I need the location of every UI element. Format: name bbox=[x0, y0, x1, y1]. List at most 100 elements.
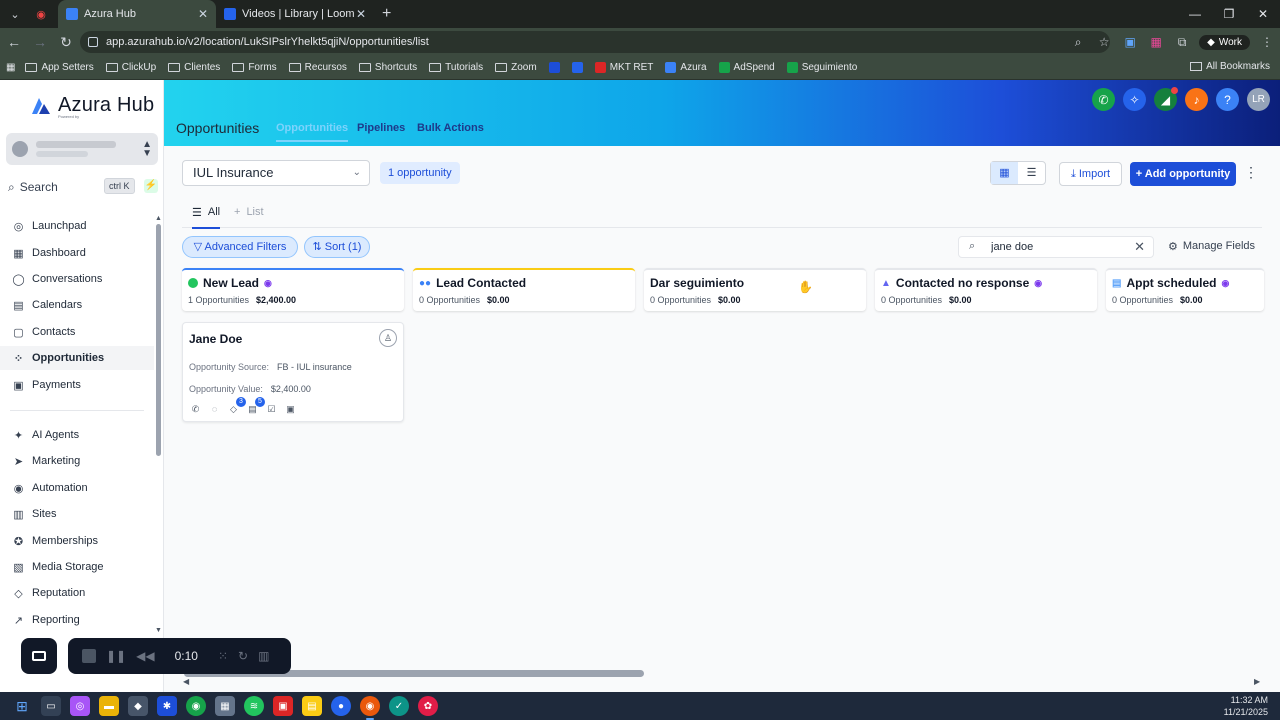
extension-icon[interactable]: ▦ bbox=[1143, 35, 1169, 49]
bookmark-star-icon[interactable]: ☆ bbox=[1091, 35, 1117, 49]
sidebar-item-automation[interactable]: ◉ Automation bbox=[0, 476, 154, 500]
zoom-icon[interactable]: ⌕ bbox=[1065, 35, 1091, 50]
notes-icon[interactable]: ▤ 5 bbox=[246, 397, 265, 416]
tab-pipelines[interactable]: Pipelines bbox=[357, 122, 405, 134]
windows-start-icon[interactable]: ⊞ bbox=[12, 696, 32, 716]
bookmark-item[interactable]: Azura bbox=[665, 62, 707, 73]
scroll-left-arrow-icon[interactable]: ◀ bbox=[183, 677, 189, 686]
scroll-right-arrow-icon[interactable]: ▶ bbox=[1254, 677, 1260, 686]
chrome-active-icon[interactable]: ◉ bbox=[360, 696, 380, 720]
bell-icon[interactable]: ♪ bbox=[1185, 88, 1208, 111]
puzzle-icon[interactable]: ⧉ bbox=[1169, 35, 1195, 50]
sidebar-scrollbar[interactable] bbox=[156, 224, 161, 456]
close-tab-icon[interactable]: ✕ bbox=[198, 7, 208, 21]
trash-icon[interactable]: ▥ bbox=[258, 649, 269, 663]
file-explorer-icon[interactable]: ▬ bbox=[99, 696, 119, 716]
sidebar-item-media-storage[interactable]: ▧ Media Storage bbox=[0, 555, 154, 579]
bookmark-item[interactable]: AdSpend bbox=[718, 62, 775, 73]
all-bookmarks-button[interactable]: All Bookmarks bbox=[1190, 61, 1270, 72]
bookmark-item[interactable]: Seguimiento bbox=[786, 62, 857, 73]
more-options-icon[interactable]: ⋮ bbox=[1244, 164, 1258, 181]
loom-camera-button[interactable] bbox=[21, 638, 57, 674]
opportunity-name[interactable]: Jane Doe bbox=[189, 332, 242, 346]
account-switcher[interactable]: ▲ ▼ bbox=[6, 133, 158, 165]
bookmark-item[interactable]: Tutorials bbox=[429, 62, 483, 73]
opportunity-card[interactable]: Jane Doe ♙ Opportunity Source: FB - IUL i… bbox=[182, 322, 404, 422]
bookmark-item[interactable]: Clientes bbox=[168, 62, 220, 73]
reload-icon[interactable]: ↻ bbox=[54, 34, 78, 51]
sidebar-item-reputation[interactable]: ◇ Reputation bbox=[0, 581, 154, 605]
bookmark-item[interactable]: Recursos bbox=[288, 62, 347, 73]
calculator-icon[interactable]: ▦ bbox=[215, 696, 235, 716]
sidebar-item-launchpad[interactable]: ◎ Launchpad bbox=[0, 214, 154, 238]
message-icon[interactable]: ◌ bbox=[208, 403, 221, 416]
bookmark-item[interactable] bbox=[571, 62, 583, 73]
phone-icon[interactable]: ✆ bbox=[1092, 88, 1115, 111]
pause-icon[interactable]: ❚❚ bbox=[106, 649, 126, 663]
tab-add-list[interactable]: + List bbox=[234, 206, 264, 218]
browser-tab-loom[interactable]: Videos | Library | Loom ✕ bbox=[216, 0, 374, 28]
pipeline-select[interactable]: IUL Insurance ⌄ bbox=[182, 160, 370, 186]
scroll-down-arrow-icon[interactable]: ▼ bbox=[155, 627, 162, 634]
url-field[interactable]: app.azurahub.io/v2/location/LukSIPslrYhe… bbox=[80, 31, 1110, 53]
sidebar-item-reporting[interactable]: ↗ Reporting bbox=[0, 608, 154, 632]
grid-view-icon[interactable]: ▦ bbox=[991, 162, 1018, 184]
advanced-filters-button[interactable]: ▽ Advanced Filters bbox=[182, 236, 298, 258]
profile-button[interactable]: ◆ Work bbox=[1199, 34, 1250, 50]
app-icon[interactable]: ✓ bbox=[389, 696, 409, 716]
sort-button[interactable]: ⇅ Sort (1) bbox=[304, 236, 370, 258]
bookmark-item[interactable]: App Setters bbox=[25, 62, 94, 73]
chrome-icon[interactable]: ◉ bbox=[186, 696, 206, 716]
scroll-up-arrow-icon[interactable]: ▲ bbox=[155, 215, 162, 222]
tab-bulk-actions[interactable]: Bulk Actions bbox=[417, 122, 484, 134]
sidebar-item-sites[interactable]: ▥ Sites bbox=[0, 502, 154, 526]
new-tab-icon[interactable]: + bbox=[382, 5, 391, 23]
sidebar-item-conversations[interactable]: ◯ Conversations bbox=[0, 267, 154, 291]
record-icon[interactable]: ◉ bbox=[30, 3, 52, 25]
app-icon[interactable]: ◆ bbox=[128, 696, 148, 716]
site-info-icon[interactable] bbox=[88, 37, 98, 47]
bookmark-item[interactable]: MKT RET bbox=[594, 62, 653, 73]
bookmark-item[interactable]: Forms bbox=[232, 62, 277, 73]
help-icon[interactable]: ? bbox=[1216, 88, 1239, 111]
sidebar-item-contacts[interactable]: ▢ Contacts bbox=[0, 320, 154, 344]
bookmark-item[interactable]: ClickUp bbox=[105, 62, 156, 73]
quick-action-icon[interactable]: ⚡ bbox=[144, 179, 158, 193]
sidebar-item-payments[interactable]: ▣ Payments bbox=[0, 373, 154, 397]
sidebar-item-marketing[interactable]: ➤ Marketing bbox=[0, 449, 154, 473]
clear-search-icon[interactable]: ✕ bbox=[1134, 239, 1145, 255]
sidebar-item-opportunities[interactable]: ⁘ Opportunities bbox=[0, 346, 154, 370]
tab-search-icon[interactable]: ⌄ bbox=[4, 3, 26, 25]
list-view-icon[interactable]: ☰ bbox=[1018, 162, 1045, 184]
task-view-icon[interactable]: ▭ bbox=[41, 696, 61, 716]
close-window-icon[interactable]: ✕ bbox=[1246, 7, 1280, 21]
tab-all[interactable]: ☰ All bbox=[192, 206, 221, 229]
bookmark-item[interactable]: Zoom bbox=[495, 62, 537, 73]
tag-icon[interactable]: ◇ 3 bbox=[227, 397, 246, 416]
sticky-notes-icon[interactable]: ▤ bbox=[302, 696, 322, 716]
avatar[interactable]: LR bbox=[1247, 88, 1270, 111]
sidebar-search[interactable]: ⌕ Search ctrl K ⚡ bbox=[8, 178, 158, 196]
bookmark-item[interactable] bbox=[548, 62, 560, 73]
bookmark-item[interactable]: Shortcuts bbox=[358, 62, 417, 73]
minimize-icon[interactable]: — bbox=[1178, 7, 1212, 21]
browser-menu-icon[interactable]: ⋮ bbox=[1254, 35, 1280, 49]
restart-icon[interactable]: ↻ bbox=[238, 649, 248, 663]
magic-wand-icon[interactable]: ✧ bbox=[1123, 88, 1146, 111]
extension-icon[interactable]: ▣ bbox=[1117, 35, 1143, 49]
restore-icon[interactable]: ❐ bbox=[1212, 7, 1246, 21]
assign-user-icon[interactable]: ♙ bbox=[379, 329, 397, 347]
import-button[interactable]: ⤓ Import bbox=[1059, 162, 1122, 186]
app-icon[interactable]: ✱ bbox=[157, 696, 177, 716]
draw-icon[interactable]: ⁙ bbox=[218, 649, 228, 663]
sidebar-item-memberships[interactable]: ✪ Memberships bbox=[0, 529, 154, 553]
spotify-icon[interactable]: ≋ bbox=[244, 696, 264, 716]
add-opportunity-button[interactable]: + Add opportunity bbox=[1130, 162, 1236, 186]
search-input[interactable] bbox=[991, 239, 1121, 255]
sidebar-item-dashboard[interactable]: ▦ Dashboard bbox=[0, 241, 154, 265]
back-icon[interactable]: ← bbox=[2, 34, 26, 50]
app-logo[interactable]: Azura Hub bbox=[30, 94, 154, 117]
app-icon[interactable]: ▣ bbox=[273, 696, 293, 716]
megaphone-icon[interactable]: ◢ bbox=[1154, 87, 1178, 111]
zoom-app-icon[interactable]: ● bbox=[331, 696, 351, 716]
